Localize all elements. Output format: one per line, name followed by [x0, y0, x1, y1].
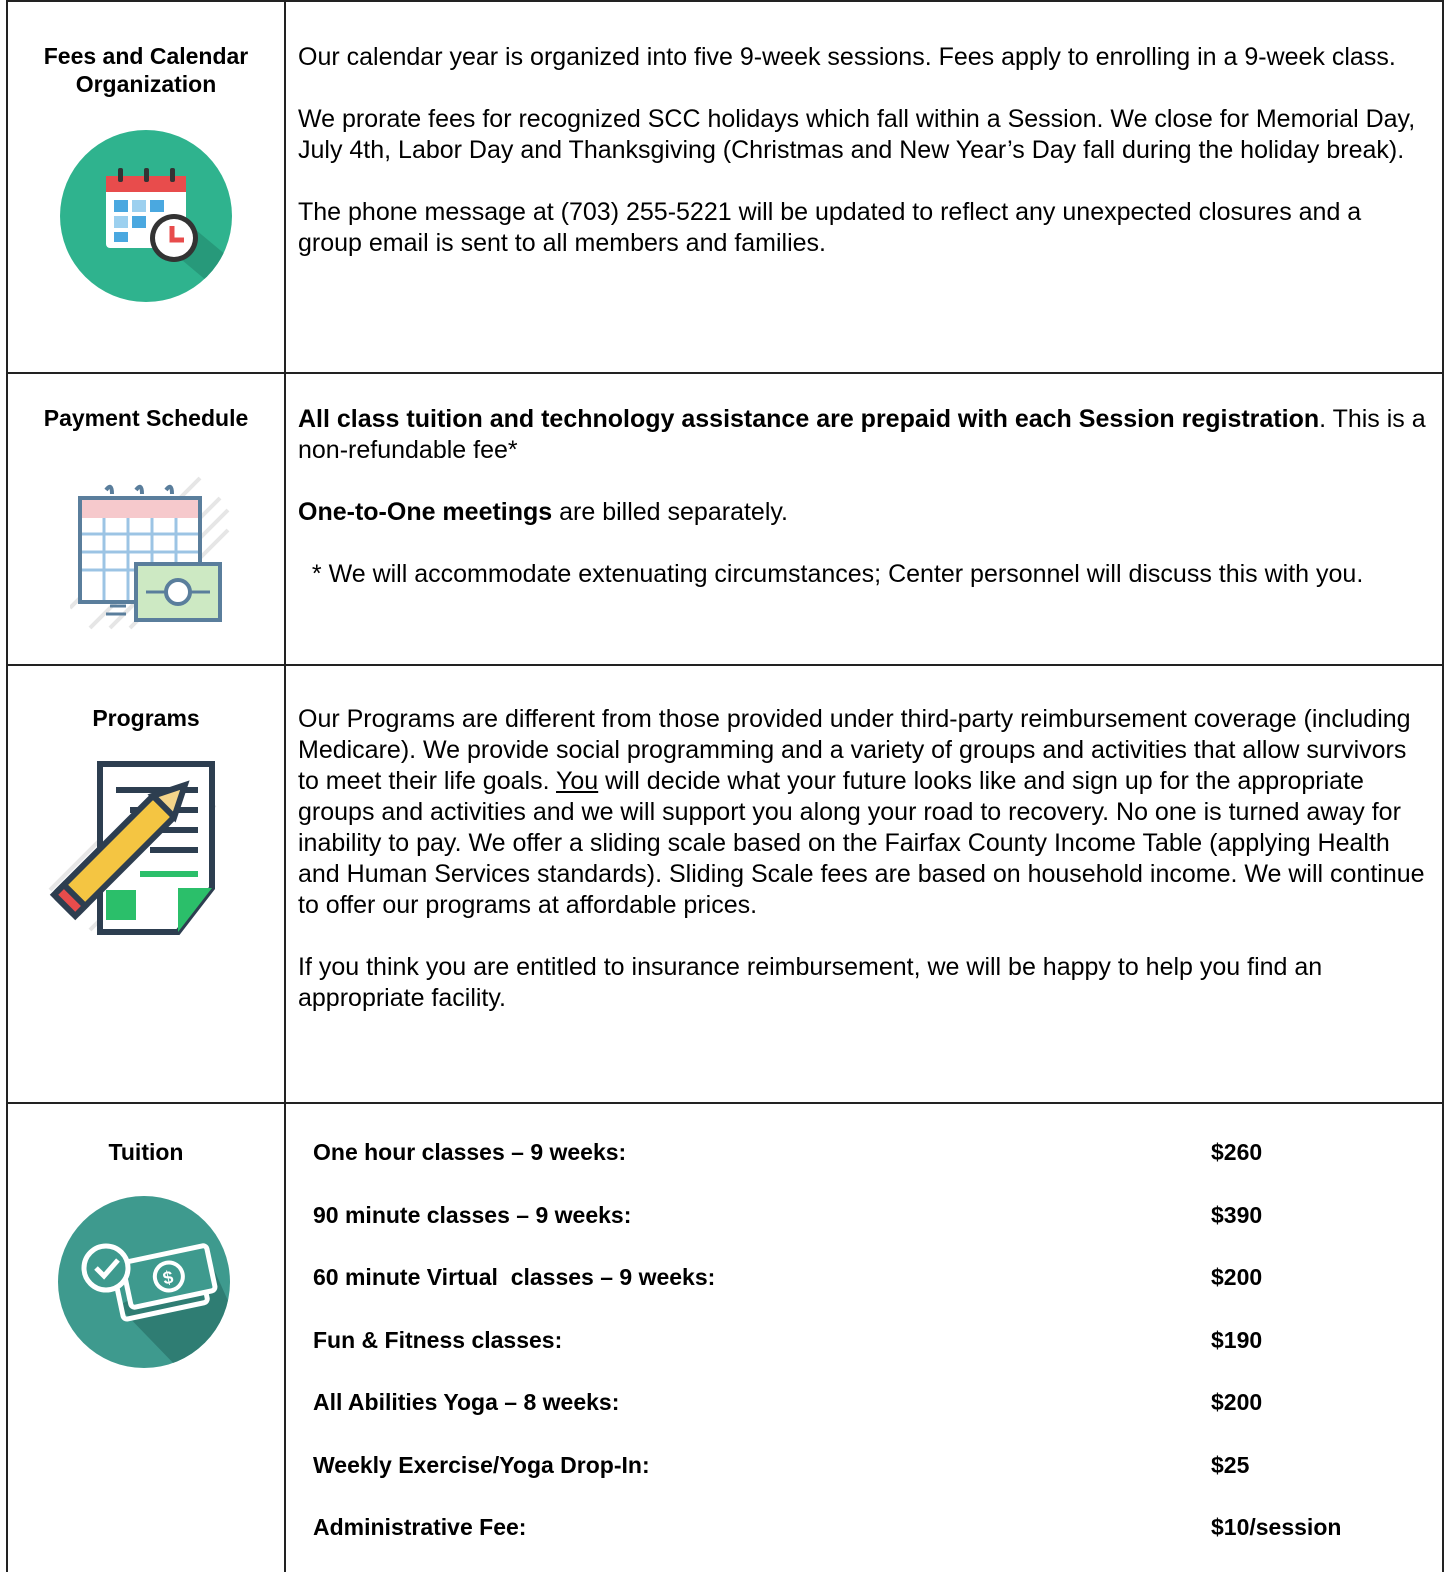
programs-content: Our Programs are different from those pr… [298, 704, 1430, 1014]
divider [6, 1102, 1444, 1104]
fees-paragraph: The phone message at (703) 255-5221 will… [298, 198, 1362, 257]
document-pencil-icon [40, 760, 230, 945]
money-check-icon: $ [58, 1196, 230, 1373]
section-label-programs: Programs [92, 705, 200, 731]
payment-bold-text: All class tuition and technology assista… [298, 405, 1320, 433]
programs-underlined-text: You [556, 767, 599, 795]
tuition-price: $200 [1211, 1264, 1263, 1290]
section-label-tuition: Tuition [108, 1139, 184, 1165]
calendar-payment-icon [68, 468, 230, 641]
one-to-one-text: are billed separately. [552, 498, 788, 526]
tuition-item: Weekly Exercise/Yoga Drop-In: [313, 1452, 650, 1478]
fees-paragraph: We prorate fees for recognized SCC holid… [298, 105, 1416, 164]
footnote-paragraph: * We will accommodate extenuating circum… [298, 560, 1364, 588]
section-label-fees: Fees and Calendar Organization [43, 43, 249, 97]
payment-paragraph: One-to-One meetings are billed separatel… [298, 497, 1430, 528]
tuition-item: 90 minute classes – 9 weeks: [313, 1202, 632, 1228]
divider [6, 372, 1444, 374]
tuition-item: One hour classes – 9 weeks: [313, 1139, 627, 1165]
programs-paragraph: Our Programs are different from those pr… [298, 704, 1430, 921]
tuition-item: Administrative Fee: [313, 1514, 527, 1540]
programs-paragraph: If you think you are entitled to insuran… [298, 953, 1323, 1012]
tuition-price: $390 [1211, 1202, 1263, 1228]
tuition-item: Fun & Fitness classes: [313, 1327, 563, 1353]
tuition-price: $260 [1211, 1139, 1263, 1165]
fees-paragraph: Our calendar year is organized into five… [298, 43, 1396, 71]
payment-paragraph: All class tuition and technology assista… [298, 404, 1430, 466]
fees-content: Our calendar year is organized into five… [298, 42, 1430, 259]
one-to-one-bold-text: One-to-One meetings [298, 498, 553, 526]
tuition-price: $200 [1211, 1389, 1263, 1415]
divider [6, 664, 1444, 666]
calendar-clock-icon [60, 130, 232, 307]
tuition-price: $25 [1211, 1452, 1250, 1478]
payment-content: All class tuition and technology assista… [298, 404, 1430, 590]
tuition-price: $190 [1211, 1327, 1263, 1353]
column-divider [284, 0, 286, 1572]
tuition-item: 60 minute Virtual classes – 9 weeks: [313, 1264, 716, 1290]
tuition-price: $10/session [1211, 1514, 1342, 1540]
section-label-payment: Payment Schedule [43, 405, 249, 431]
tuition-item: All Abilities Yoga – 8 weeks: [313, 1389, 620, 1415]
divider [6, 0, 1444, 2]
